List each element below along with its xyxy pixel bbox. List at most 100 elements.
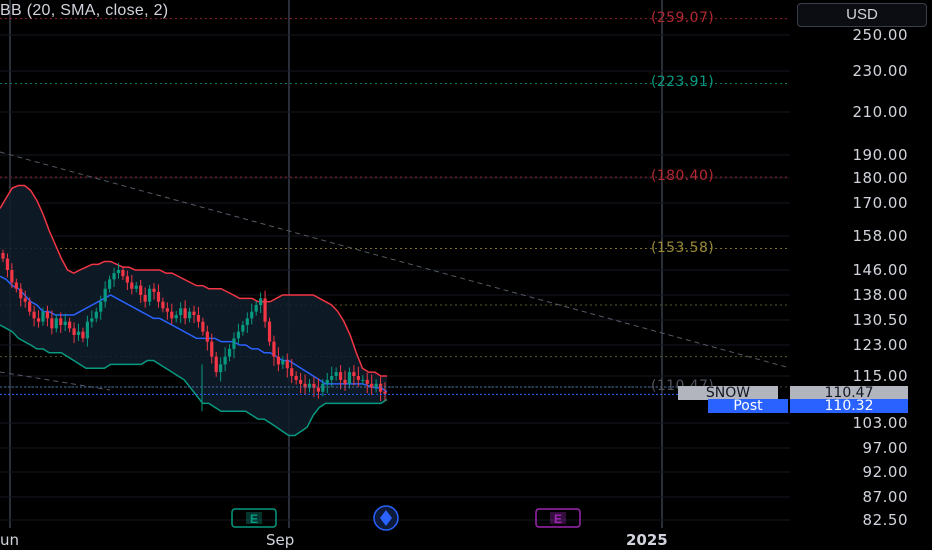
candle-body-82 [365,379,369,384]
candle-body-3 [14,282,18,289]
candle-60 [267,317,272,346]
candle-body-44 [196,315,201,322]
candle-body-59 [263,298,267,322]
candle-body-29 [130,282,134,289]
candle-body-62 [276,356,280,365]
price-tick-2: 210.00 [852,103,908,121]
candle-body-27 [121,270,125,277]
candle-body-49 [219,364,223,373]
candle-body-41 [183,308,187,319]
candle-body-20 [90,318,94,322]
price-tick-7: 146.00 [852,261,908,279]
event-marker-dividend-1[interactable] [373,505,399,531]
candle-body-35 [156,291,161,302]
candle-body-36 [161,301,165,309]
candle-body-38 [170,311,174,319]
event-marker-earnings-0[interactable]: E [231,508,277,528]
candle-body-86 [383,391,387,394]
candle-body-9 [41,311,45,322]
candle-body-21 [94,311,98,319]
candle-body-47 [210,341,214,357]
candle-body-5 [23,298,27,302]
price-tick-14: 92.00 [862,463,908,481]
candle-body-2 [10,270,14,283]
candle-body-79 [352,372,356,376]
candle-body-13 [59,318,63,325]
price-tick-0: 250.00 [852,26,908,44]
price-tick-15: 87.00 [862,488,908,506]
fib-label-3: (153.58) [651,239,715,256]
currency-button[interactable]: USD [797,3,927,27]
candle-body-14 [63,321,67,325]
candle-body-25 [112,273,116,280]
candle-body-17 [76,331,81,335]
candle-body-1 [5,258,10,270]
candle-body-65 [290,368,294,376]
candle-body-78 [347,372,352,384]
candle-body-61 [272,341,276,357]
candle-body-53 [236,331,241,339]
price-tick-10: 123.00 [852,336,908,354]
time-label-2025: 2025 [626,531,668,549]
candle-body-76 [338,372,343,380]
candle-body-11 [50,318,54,329]
candle-body-39 [174,315,178,319]
candle-body-18 [81,331,85,339]
candle-body-28 [125,276,129,283]
candle-body-8 [36,318,41,322]
candle-body-50 [223,356,227,365]
candle-body-80 [356,376,360,380]
candle-body-6 [28,301,32,312]
fib-label-0: (259.07) [651,9,715,26]
event-marker-earnings-2[interactable]: E [535,508,581,528]
candle-body-63 [281,360,285,365]
candle-body-81 [361,379,365,381]
candle-body-46 [205,331,209,342]
earnings-icon-label: E [250,512,258,526]
candle-body-0 [1,253,5,259]
candle-body-72 [321,383,325,392]
price-tick-9: 130.50 [852,311,908,329]
candle-body-31 [139,285,143,295]
candle-body-58 [259,298,263,305]
candle-body-30 [134,285,138,289]
price-tick-16: 82.50 [862,511,908,529]
candle-body-56 [250,311,254,319]
candle-body-42 [187,311,192,319]
candle-body-40 [179,308,183,315]
candle-body-55 [245,318,249,325]
earnings-icon-label: E [554,512,562,526]
candle-body-74 [330,376,334,380]
price-tick-13: 97.00 [862,439,908,457]
price-chart[interactable]: EE [0,0,932,550]
candle-body-73 [325,379,329,384]
candle-body-34 [152,288,156,292]
candle-body-24 [108,279,112,289]
candle-body-54 [241,325,245,332]
candle-body-66 [294,376,298,380]
price-tick-4: 180.00 [852,169,908,187]
candle-body-19 [85,321,89,339]
post-price-badge: 110.32 [790,399,908,413]
event-markers: EE [231,505,581,531]
price-tick-5: 170.00 [852,194,908,212]
candle-body-12 [54,318,58,329]
candle-body-51 [227,348,232,357]
candle-body-52 [232,338,236,349]
candle-body-37 [165,308,169,312]
price-tick-11: 115.00 [852,367,908,385]
candle-body-22 [99,301,103,312]
candle-body-57 [254,305,258,312]
price-tick-8: 138.00 [852,286,908,304]
candle-body-16 [72,328,76,335]
price-tick-6: 158.00 [852,227,908,245]
candle-body-33 [147,288,152,302]
candle-body-71 [316,387,320,392]
symbol-badge: SNOW [678,386,778,400]
candle-body-77 [343,379,347,384]
candle-body-67 [299,379,303,384]
candle-body-60 [267,321,272,342]
indicator-legend[interactable]: BB (20, SMA, close, 2) [0,2,168,20]
candle-body-23 [103,288,107,302]
post-badge: Post [708,399,788,413]
